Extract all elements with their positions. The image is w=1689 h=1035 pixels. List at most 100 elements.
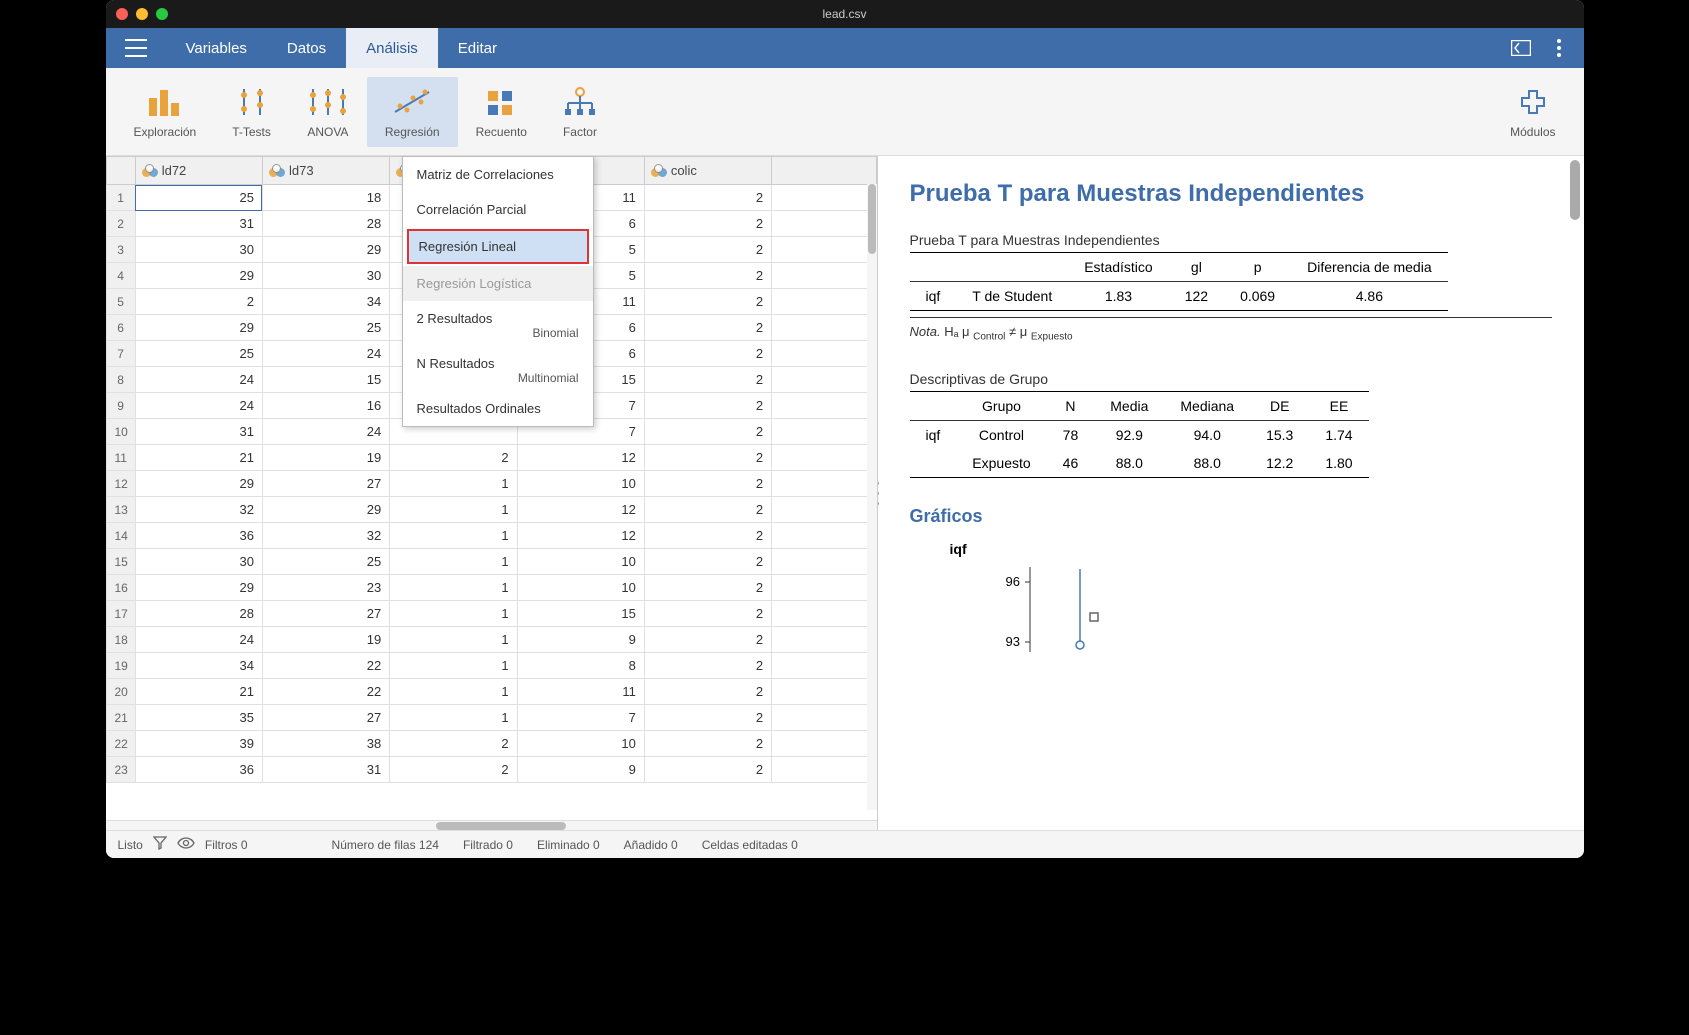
table-cell[interactable] [772,549,876,575]
table-cell[interactable]: 2 [644,549,771,575]
table-cell[interactable]: 30 [135,549,262,575]
dd-correlacion-parcial[interactable]: Correlación Parcial [403,192,593,227]
row-number[interactable]: 5 [106,289,135,315]
results-vertical-scrollbar[interactable] [1570,160,1580,220]
table-cell[interactable]: 1 [390,549,517,575]
corner-cell[interactable] [106,157,135,185]
dd-matriz-correlaciones[interactable]: Matriz de Correlaciones [403,157,593,192]
row-number[interactable]: 4 [106,263,135,289]
row-number[interactable]: 2 [106,211,135,237]
table-cell[interactable] [772,419,876,445]
minimize-window-button[interactable] [136,8,148,20]
table-cell[interactable]: 1 [390,471,517,497]
table-cell[interactable]: 12 [517,497,644,523]
table-cell[interactable] [772,341,876,367]
table-cell[interactable] [772,653,876,679]
panel-toggle-icon[interactable] [1506,33,1536,63]
tool-exploracion[interactable]: Exploración [116,77,215,147]
table-cell[interactable]: 1 [390,497,517,523]
table-cell[interactable]: 36 [135,523,262,549]
table-cell[interactable]: 22 [262,679,389,705]
row-number[interactable]: 20 [106,679,135,705]
table-cell[interactable]: 2 [644,679,771,705]
table-cell[interactable] [772,627,876,653]
table-cell[interactable] [772,393,876,419]
table-cell[interactable]: 2 [644,341,771,367]
table-cell[interactable]: 2 [644,419,771,445]
table-cell[interactable]: 10 [517,549,644,575]
table-cell[interactable]: 10 [517,731,644,757]
table-cell[interactable] [772,601,876,627]
table-cell[interactable]: 2 [644,367,771,393]
table-cell[interactable]: 2 [135,289,262,315]
table-cell[interactable]: 2 [644,705,771,731]
table-cell[interactable]: 2 [644,289,771,315]
col-header-ld72[interactable]: ld72 [135,157,262,185]
row-number[interactable]: 15 [106,549,135,575]
table-cell[interactable]: 36 [135,757,262,783]
table-cell[interactable]: 2 [644,237,771,263]
table-cell[interactable]: 24 [135,367,262,393]
row-number[interactable]: 10 [106,419,135,445]
menu-datos[interactable]: Datos [267,28,346,68]
table-cell[interactable] [772,289,876,315]
table-cell[interactable] [772,315,876,341]
table-cell[interactable]: 25 [135,185,262,211]
table-cell[interactable]: 2 [644,445,771,471]
table-cell[interactable]: 29 [135,263,262,289]
table-cell[interactable]: 1 [390,705,517,731]
table-cell[interactable]: 25 [135,341,262,367]
table-cell[interactable]: 28 [135,601,262,627]
table-cell[interactable]: 25 [262,315,389,341]
table-cell[interactable]: 19 [262,445,389,471]
table-cell[interactable]: 2 [644,653,771,679]
table-cell[interactable] [772,367,876,393]
table-cell[interactable]: 2 [644,627,771,653]
table-cell[interactable]: 30 [262,263,389,289]
close-window-button[interactable] [116,8,128,20]
table-cell[interactable]: 2 [644,601,771,627]
tool-regresion[interactable]: Regresión [367,77,458,147]
table-cell[interactable] [772,575,876,601]
row-number[interactable]: 23 [106,757,135,783]
table-cell[interactable]: 30 [135,237,262,263]
table-cell[interactable] [772,705,876,731]
table-cell[interactable]: 31 [135,419,262,445]
tool-anova[interactable]: ANOVA [289,77,367,147]
table-cell[interactable] [772,731,876,757]
funnel-icon[interactable] [153,836,167,853]
row-number[interactable]: 8 [106,367,135,393]
table-cell[interactable]: 2 [390,731,517,757]
tool-recuento[interactable]: Recuento [458,77,545,147]
row-number[interactable]: 9 [106,393,135,419]
table-cell[interactable]: 15 [262,367,389,393]
kebab-menu-icon[interactable] [1544,33,1574,63]
table-cell[interactable]: 22 [262,653,389,679]
row-number[interactable]: 1 [106,185,135,211]
col-header-ld73[interactable]: ld73 [262,157,389,185]
table-cell[interactable]: 8 [517,653,644,679]
table-cell[interactable]: 25 [262,549,389,575]
table-cell[interactable]: 34 [135,653,262,679]
table-cell[interactable] [772,237,876,263]
row-number[interactable]: 12 [106,471,135,497]
table-cell[interactable]: 10 [517,471,644,497]
dd-regresion-lineal[interactable]: Regresión Lineal [407,229,589,264]
row-number[interactable]: 6 [106,315,135,341]
row-number[interactable]: 17 [106,601,135,627]
table-cell[interactable]: 2 [644,211,771,237]
table-cell[interactable]: 31 [135,211,262,237]
table-cell[interactable] [772,185,876,211]
table-cell[interactable]: 24 [135,627,262,653]
row-number[interactable]: 22 [106,731,135,757]
table-cell[interactable]: 16 [262,393,389,419]
table-cell[interactable]: 2 [644,315,771,341]
table-cell[interactable]: 15 [517,601,644,627]
table-cell[interactable]: 9 [517,627,644,653]
table-cell[interactable]: 1 [390,523,517,549]
menu-variables[interactable]: Variables [166,28,267,68]
tool-ttests[interactable]: T-Tests [214,77,289,147]
sheet-horizontal-scrollbar[interactable] [106,820,877,830]
row-number[interactable]: 14 [106,523,135,549]
eye-icon[interactable] [177,837,195,852]
